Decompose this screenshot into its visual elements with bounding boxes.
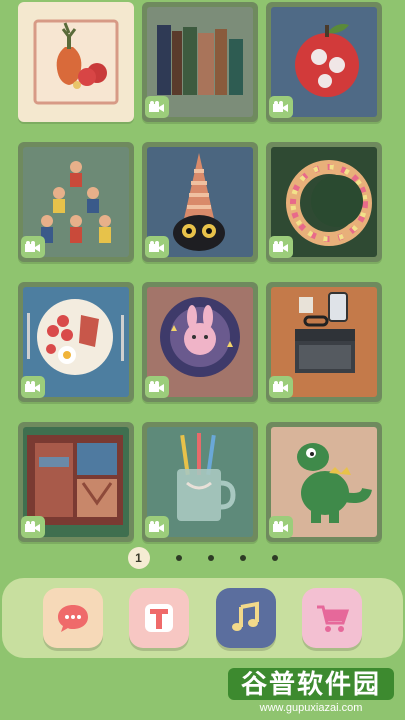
music-note-icon xyxy=(231,601,259,631)
chat-bubble-icon xyxy=(58,605,89,632)
video-camera-badge xyxy=(21,236,45,258)
artwork-card-breakfast[interactable] xyxy=(18,282,134,402)
site-watermark: 谷普软件园 www.gupuxiazai.com xyxy=(218,668,404,720)
artwork-card-open-suitcase[interactable] xyxy=(18,422,134,542)
shopping-cart-icon xyxy=(316,605,349,632)
page-dot-5[interactable] xyxy=(271,555,278,561)
video-camera-badge xyxy=(145,376,169,398)
artwork-card-dinosaur-toy[interactable] xyxy=(266,422,382,542)
video-camera-icon xyxy=(149,521,164,532)
text-button[interactable] xyxy=(129,588,190,648)
artwork-still-life-image xyxy=(23,7,129,117)
video-camera-badge xyxy=(145,236,169,258)
video-camera-icon xyxy=(149,241,164,252)
artwork-card-acrobats[interactable] xyxy=(18,142,134,262)
video-camera-badge xyxy=(269,96,293,118)
artwork-card-apple[interactable] xyxy=(266,2,382,122)
page-dot-current[interactable]: 1 xyxy=(127,547,150,569)
artwork-card-still-life[interactable] xyxy=(18,2,134,122)
video-camera-badge xyxy=(21,516,45,538)
video-camera-icon xyxy=(149,101,164,112)
video-camera-icon xyxy=(25,521,40,532)
page-dot-3[interactable] xyxy=(207,555,214,561)
chat-button[interactable] xyxy=(43,588,104,648)
artwork-card-wizard-cat[interactable] xyxy=(142,142,258,262)
video-camera-icon xyxy=(25,241,40,252)
watermark-title: 谷普软件园 xyxy=(228,668,394,700)
video-camera-icon xyxy=(273,241,288,252)
video-camera-badge xyxy=(269,236,293,258)
video-camera-badge xyxy=(145,516,169,538)
video-camera-icon xyxy=(273,521,288,532)
artwork-card-desk-laptop[interactable] xyxy=(266,282,382,402)
music-button[interactable] xyxy=(215,588,276,648)
video-camera-icon xyxy=(273,381,288,392)
artwork-card-bunny-plate[interactable] xyxy=(142,282,258,402)
video-camera-badge xyxy=(269,376,293,398)
text-t-icon xyxy=(145,604,174,632)
video-camera-badge xyxy=(269,516,293,538)
video-camera-icon xyxy=(149,381,164,392)
video-camera-badge xyxy=(145,96,169,118)
bottom-dock xyxy=(2,578,403,658)
video-camera-icon xyxy=(273,101,288,112)
pagination-indicator: 1 xyxy=(0,546,405,570)
artwork-card-toothbrush-cup[interactable] xyxy=(142,422,258,542)
video-camera-icon xyxy=(25,381,40,392)
page-dot-4[interactable] xyxy=(239,555,246,561)
artwork-card-flower-wreath[interactable] xyxy=(266,142,382,262)
artwork-card-books[interactable] xyxy=(142,2,258,122)
shop-button[interactable] xyxy=(301,588,362,648)
watermark-url: www.gupuxiazai.com xyxy=(259,702,363,714)
video-camera-badge xyxy=(21,376,45,398)
artwork-grid xyxy=(18,2,388,542)
page-dot-2[interactable] xyxy=(175,555,182,561)
